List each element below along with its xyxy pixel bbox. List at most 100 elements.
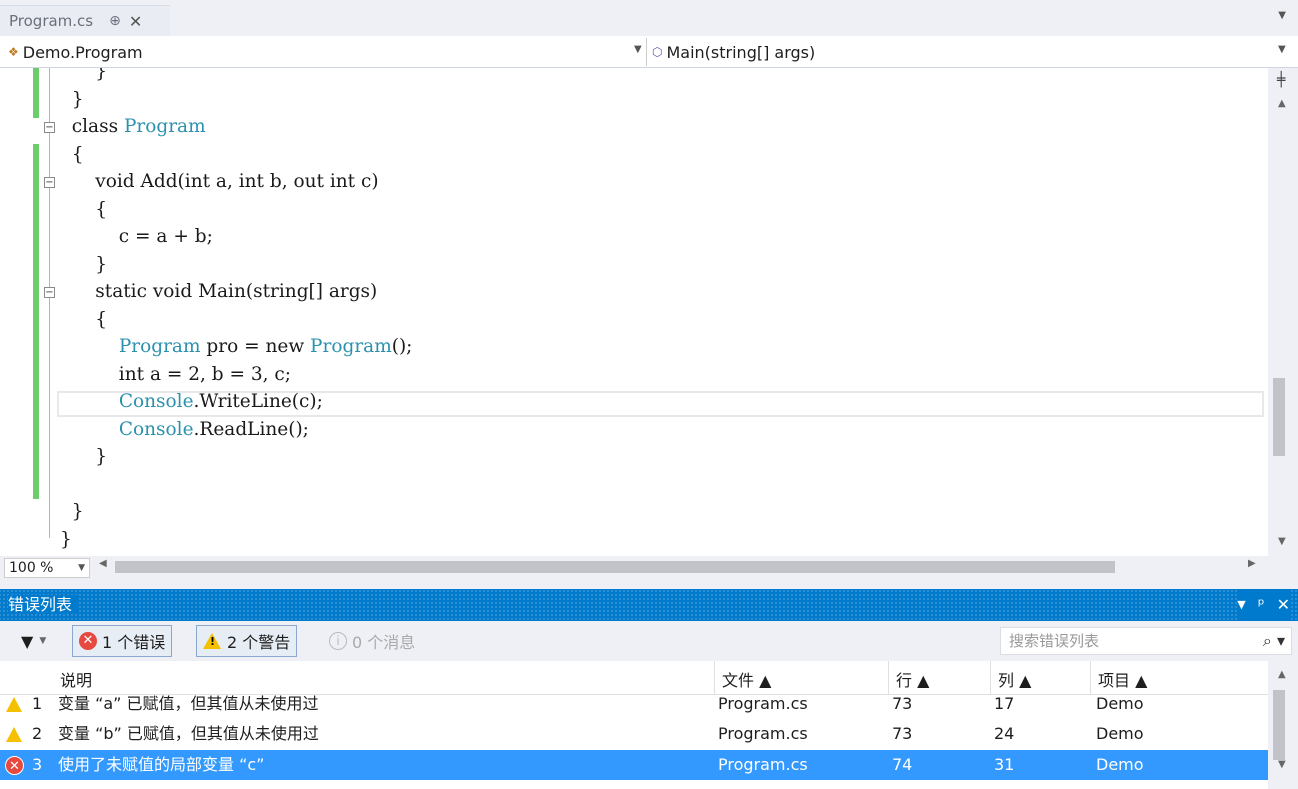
code-line[interactable]: } bbox=[60, 86, 412, 114]
scroll-right-icon[interactable]: ▶ bbox=[1248, 558, 1256, 569]
code-line[interactable]: static void Main(string[] args) bbox=[60, 278, 412, 306]
close-icon[interactable]: ✕ bbox=[1277, 589, 1290, 621]
tab-program-cs[interactable]: Program.cs ⊕ ✕ bbox=[0, 5, 170, 36]
member-dropdown-icon[interactable]: ▼ bbox=[1278, 44, 1286, 55]
code-line[interactable]: int a = 2, b = 3, c; bbox=[60, 361, 412, 389]
warnings-toggle-button[interactable]: ! 2 个警告 bbox=[196, 625, 298, 657]
row-description: 使用了未赋值的局部变量 “c” bbox=[58, 755, 265, 774]
code-editor[interactable]: − − − } } class Program { void Add(int a… bbox=[0, 68, 1268, 556]
split-icon[interactable]: ╪ bbox=[1277, 72, 1285, 88]
code-line[interactable]: } bbox=[60, 251, 412, 279]
warning-icon bbox=[6, 689, 22, 719]
scroll-left-icon[interactable]: ◀ bbox=[99, 558, 107, 569]
error-list-scroll-thumb[interactable] bbox=[1273, 690, 1285, 760]
tab-title: Program.cs bbox=[9, 12, 94, 30]
search-icon[interactable]: ⌕ ▾ bbox=[1263, 628, 1285, 654]
error-icon: ✕ bbox=[79, 632, 97, 650]
collapse-icon[interactable]: − bbox=[44, 177, 55, 188]
code-text[interactable]: } } class Program { void Add(int a, int … bbox=[60, 68, 412, 553]
row-number: 1 bbox=[32, 694, 43, 713]
code-line[interactable]: } bbox=[60, 498, 412, 526]
row-column: 24 bbox=[994, 724, 1015, 743]
zoom-selector[interactable]: 100 % ▼ bbox=[4, 558, 90, 578]
search-error-list-input[interactable]: 搜索错误列表 ⌕ ▾ bbox=[1000, 627, 1292, 655]
table-row-selected[interactable]: ✕ 3 使用了未赋值的局部变量 “c” Program.cs 74 31 Dem… bbox=[0, 750, 1268, 780]
class-icon: ❖ bbox=[8, 45, 19, 59]
warnings-label: 2 个警告 bbox=[227, 633, 291, 652]
code-line[interactable]: void Add(int a, int b, out int c) bbox=[60, 168, 412, 196]
document-tab-bar: Program.cs ⊕ ✕ ▼ bbox=[0, 0, 1298, 36]
row-file: Program.cs bbox=[718, 694, 808, 713]
row-file: Program.cs bbox=[718, 755, 808, 774]
errors-toggle-button[interactable]: ✕ 1 个错误 bbox=[72, 625, 173, 657]
scroll-up-icon[interactable]: ▲ bbox=[1278, 669, 1286, 680]
column-line[interactable]: 行 ▲ bbox=[896, 667, 929, 691]
pin-icon[interactable]: ᵖ bbox=[1258, 589, 1265, 621]
tab-dropdown-icon[interactable]: ▼ bbox=[1278, 10, 1286, 21]
panel-controls: ▼ ᵖ ✕ bbox=[1237, 589, 1290, 621]
error-icon: ✕ bbox=[5, 750, 24, 780]
messages-toggle-button[interactable]: i 0 个消息 bbox=[322, 625, 422, 657]
scroll-up-icon[interactable]: ▲ bbox=[1278, 98, 1286, 109]
messages-label: 0 个消息 bbox=[352, 633, 416, 652]
row-column: 17 bbox=[994, 694, 1015, 713]
class-selector-value: Demo.Program bbox=[22, 42, 143, 62]
warning-icon bbox=[6, 719, 22, 749]
errors-label: 1 个错误 bbox=[102, 633, 166, 652]
filter-icon: ▼ bbox=[21, 631, 34, 651]
column-file[interactable]: 文件 ▲ bbox=[722, 667, 771, 691]
row-line: 73 bbox=[892, 694, 913, 713]
editor-scroll-thumb[interactable] bbox=[1273, 378, 1285, 456]
row-line: 73 bbox=[892, 724, 913, 743]
code-line[interactable]: } bbox=[60, 68, 412, 86]
editor-vertical-scrollbar[interactable]: ╪ ▲ ▼ bbox=[1268, 68, 1298, 556]
scroll-down-icon[interactable]: ▼ bbox=[1278, 759, 1286, 770]
table-row[interactable]: 2 变量 “b” 已赋值，但其值从未使用过 Program.cs 73 24 D… bbox=[0, 719, 1268, 749]
code-line[interactable]: } bbox=[60, 443, 412, 471]
filter-button[interactable]: ▼ ▼ bbox=[14, 625, 53, 657]
outline-line bbox=[49, 68, 50, 538]
row-file: Program.cs bbox=[718, 724, 808, 743]
row-column: 31 bbox=[994, 755, 1015, 774]
change-marker bbox=[33, 68, 39, 118]
code-line[interactable] bbox=[60, 471, 412, 499]
code-line[interactable]: { bbox=[60, 306, 412, 334]
change-marker bbox=[33, 144, 39, 499]
panel-menu-icon[interactable]: ▼ bbox=[1237, 589, 1245, 621]
close-icon[interactable]: ✕ bbox=[129, 12, 142, 31]
error-list-title: 错误列表 bbox=[8, 595, 79, 614]
code-line[interactable]: { bbox=[60, 141, 412, 169]
row-description: 变量 “a” 已赋值，但其值从未使用过 bbox=[58, 694, 319, 713]
row-number: 3 bbox=[32, 755, 43, 774]
editor-horizontal-bar: 100 % ▼ ◀ ▶ bbox=[0, 556, 1298, 578]
code-line[interactable]: { bbox=[60, 196, 412, 224]
column-project[interactable]: 项目 ▲ bbox=[1098, 667, 1147, 691]
code-line[interactable]: } bbox=[60, 526, 412, 554]
collapse-icon[interactable]: − bbox=[44, 122, 55, 133]
error-list-header: 错误列表 ▼ ᵖ ✕ bbox=[0, 589, 1298, 621]
row-project: Demo bbox=[1096, 694, 1144, 713]
error-list-table: 说明 文件 ▲ 行 ▲ 列 ▲ 项目 ▲ 1 变量 “a” 已赋值，但其值从未使… bbox=[0, 661, 1268, 789]
table-row[interactable]: 1 变量 “a” 已赋值，但其值从未使用过 Program.cs 73 17 D… bbox=[0, 689, 1268, 719]
row-line: 74 bbox=[892, 755, 913, 774]
row-number: 2 bbox=[32, 724, 43, 743]
class-dropdown-icon[interactable]: ▼ bbox=[634, 44, 642, 55]
row-project: Demo bbox=[1096, 724, 1144, 743]
column-description[interactable]: 说明 bbox=[60, 667, 92, 691]
code-line[interactable]: Console.WriteLine(c); bbox=[60, 388, 412, 416]
collapse-icon[interactable]: − bbox=[44, 287, 55, 298]
zoom-value: 100 % bbox=[9, 560, 54, 576]
code-line[interactable]: class Program bbox=[60, 113, 412, 141]
member-selector[interactable]: ⬡ Main(string[] args) bbox=[652, 39, 1272, 65]
navigation-bar: ❖ Demo.Program ▼ ⬡ Main(string[] args) ▼ bbox=[0, 36, 1298, 68]
column-column[interactable]: 列 ▲ bbox=[998, 667, 1031, 691]
horizontal-scroll-thumb[interactable] bbox=[115, 561, 1115, 573]
scroll-down-icon[interactable]: ▼ bbox=[1278, 536, 1286, 547]
zoom-dropdown-icon[interactable]: ▼ bbox=[78, 559, 85, 577]
class-selector[interactable]: ❖ Demo.Program bbox=[8, 39, 648, 65]
pin-icon[interactable]: ⊕ bbox=[109, 13, 121, 29]
code-line[interactable]: Console.ReadLine(); bbox=[60, 416, 412, 444]
code-line[interactable]: Program pro = new Program(); bbox=[60, 333, 413, 361]
code-line[interactable]: c = a + b; bbox=[60, 223, 412, 251]
method-icon: ⬡ bbox=[652, 45, 663, 59]
